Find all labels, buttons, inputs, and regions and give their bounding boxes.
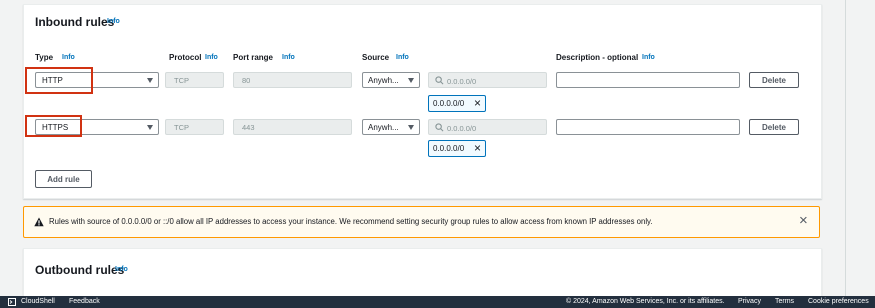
header-port-range: Port range <box>233 53 274 62</box>
rule-2-description-input[interactable] <box>556 119 740 135</box>
rule-1-source-select[interactable]: Anywh... <box>362 72 420 88</box>
feedback-link[interactable]: Feedback <box>69 298 100 305</box>
source-info-link[interactable]: Info <box>396 54 409 61</box>
cloudshell-icon[interactable] <box>8 298 16 306</box>
rule-2-source-value: Anywh... <box>368 123 399 132</box>
port-range-info-link[interactable]: Info <box>282 54 295 61</box>
rule-1-port-range: 80 <box>233 72 352 88</box>
rule-1-token-label: 0.0.0.0/0 <box>433 99 465 108</box>
rule-1-source-value: Anywh... <box>368 76 399 85</box>
cloudshell-link[interactable]: CloudShell <box>21 298 55 305</box>
header-description: Description - optional <box>556 53 639 62</box>
rule-1-cidr-input[interactable]: 0.0.0.0/0 <box>428 72 547 88</box>
rule-2-cidr-placeholder: 0.0.0.0/0 <box>447 124 477 133</box>
caret-down-icon <box>408 125 414 130</box>
rule-2-port-range: 443 <box>233 119 352 135</box>
rule-1-delete-button[interactable]: Delete <box>749 72 799 88</box>
inbound-rules-panel: Inbound rules Info Type Info Protocol In… <box>23 4 822 199</box>
description-info-link[interactable]: Info <box>642 54 655 61</box>
cookie-preferences-link[interactable]: Cookie preferences <box>808 298 869 305</box>
privacy-link[interactable]: Privacy <box>738 298 761 305</box>
search-icon <box>435 76 444 85</box>
rule-2-protocol: TCP <box>165 119 224 135</box>
terms-link[interactable]: Terms <box>775 298 794 305</box>
protocol-info-link[interactable]: Info <box>205 54 218 61</box>
highlight-box-https <box>25 115 82 137</box>
close-icon[interactable]: × <box>799 213 808 228</box>
rule-1-protocol: TCP <box>165 72 224 88</box>
outbound-rules-title: Outbound rules <box>35 263 125 277</box>
warning-text: Rules with source of 0.0.0.0/0 or ::/0 a… <box>49 217 653 226</box>
warning-icon <box>34 217 44 227</box>
console-footer: CloudShell Feedback © 2024, Amazon Web S… <box>0 296 875 308</box>
outbound-rules-panel: Outbound rules Info <box>23 248 822 298</box>
copyright-text: © 2024, Amazon Web Services, Inc. or its… <box>566 298 725 305</box>
rule-1-cidr-placeholder: 0.0.0.0/0 <box>447 77 477 86</box>
search-icon <box>435 123 444 132</box>
caret-down-icon <box>408 78 414 83</box>
rule-2-cidr-token: 0.0.0.0/0 × <box>428 140 486 157</box>
warning-banner: Rules with source of 0.0.0.0/0 or ::/0 a… <box>23 206 820 238</box>
rule-1-cidr-token: 0.0.0.0/0 × <box>428 95 486 112</box>
add-rule-button[interactable]: Add rule <box>35 170 92 188</box>
header-type: Type <box>35 53 54 62</box>
close-icon[interactable]: × <box>474 97 481 109</box>
rule-2-delete-button[interactable]: Delete <box>749 119 799 135</box>
rule-2-cidr-input[interactable]: 0.0.0.0/0 <box>428 119 547 135</box>
inbound-info-link[interactable]: Info <box>107 18 120 25</box>
header-protocol: Protocol <box>169 53 202 62</box>
highlight-box-http <box>25 67 93 94</box>
outbound-info-link[interactable]: Info <box>115 266 128 273</box>
rule-2-token-label: 0.0.0.0/0 <box>433 144 465 153</box>
scrollbar[interactable] <box>845 0 846 296</box>
header-source: Source <box>362 53 390 62</box>
rule-2-source-select[interactable]: Anywh... <box>362 119 420 135</box>
type-info-link[interactable]: Info <box>62 54 75 61</box>
caret-down-icon <box>147 78 153 83</box>
inbound-rules-title: Inbound rules <box>35 15 115 29</box>
rule-1-description-input[interactable] <box>556 72 740 88</box>
close-icon[interactable]: × <box>474 142 481 154</box>
caret-down-icon <box>147 125 153 130</box>
